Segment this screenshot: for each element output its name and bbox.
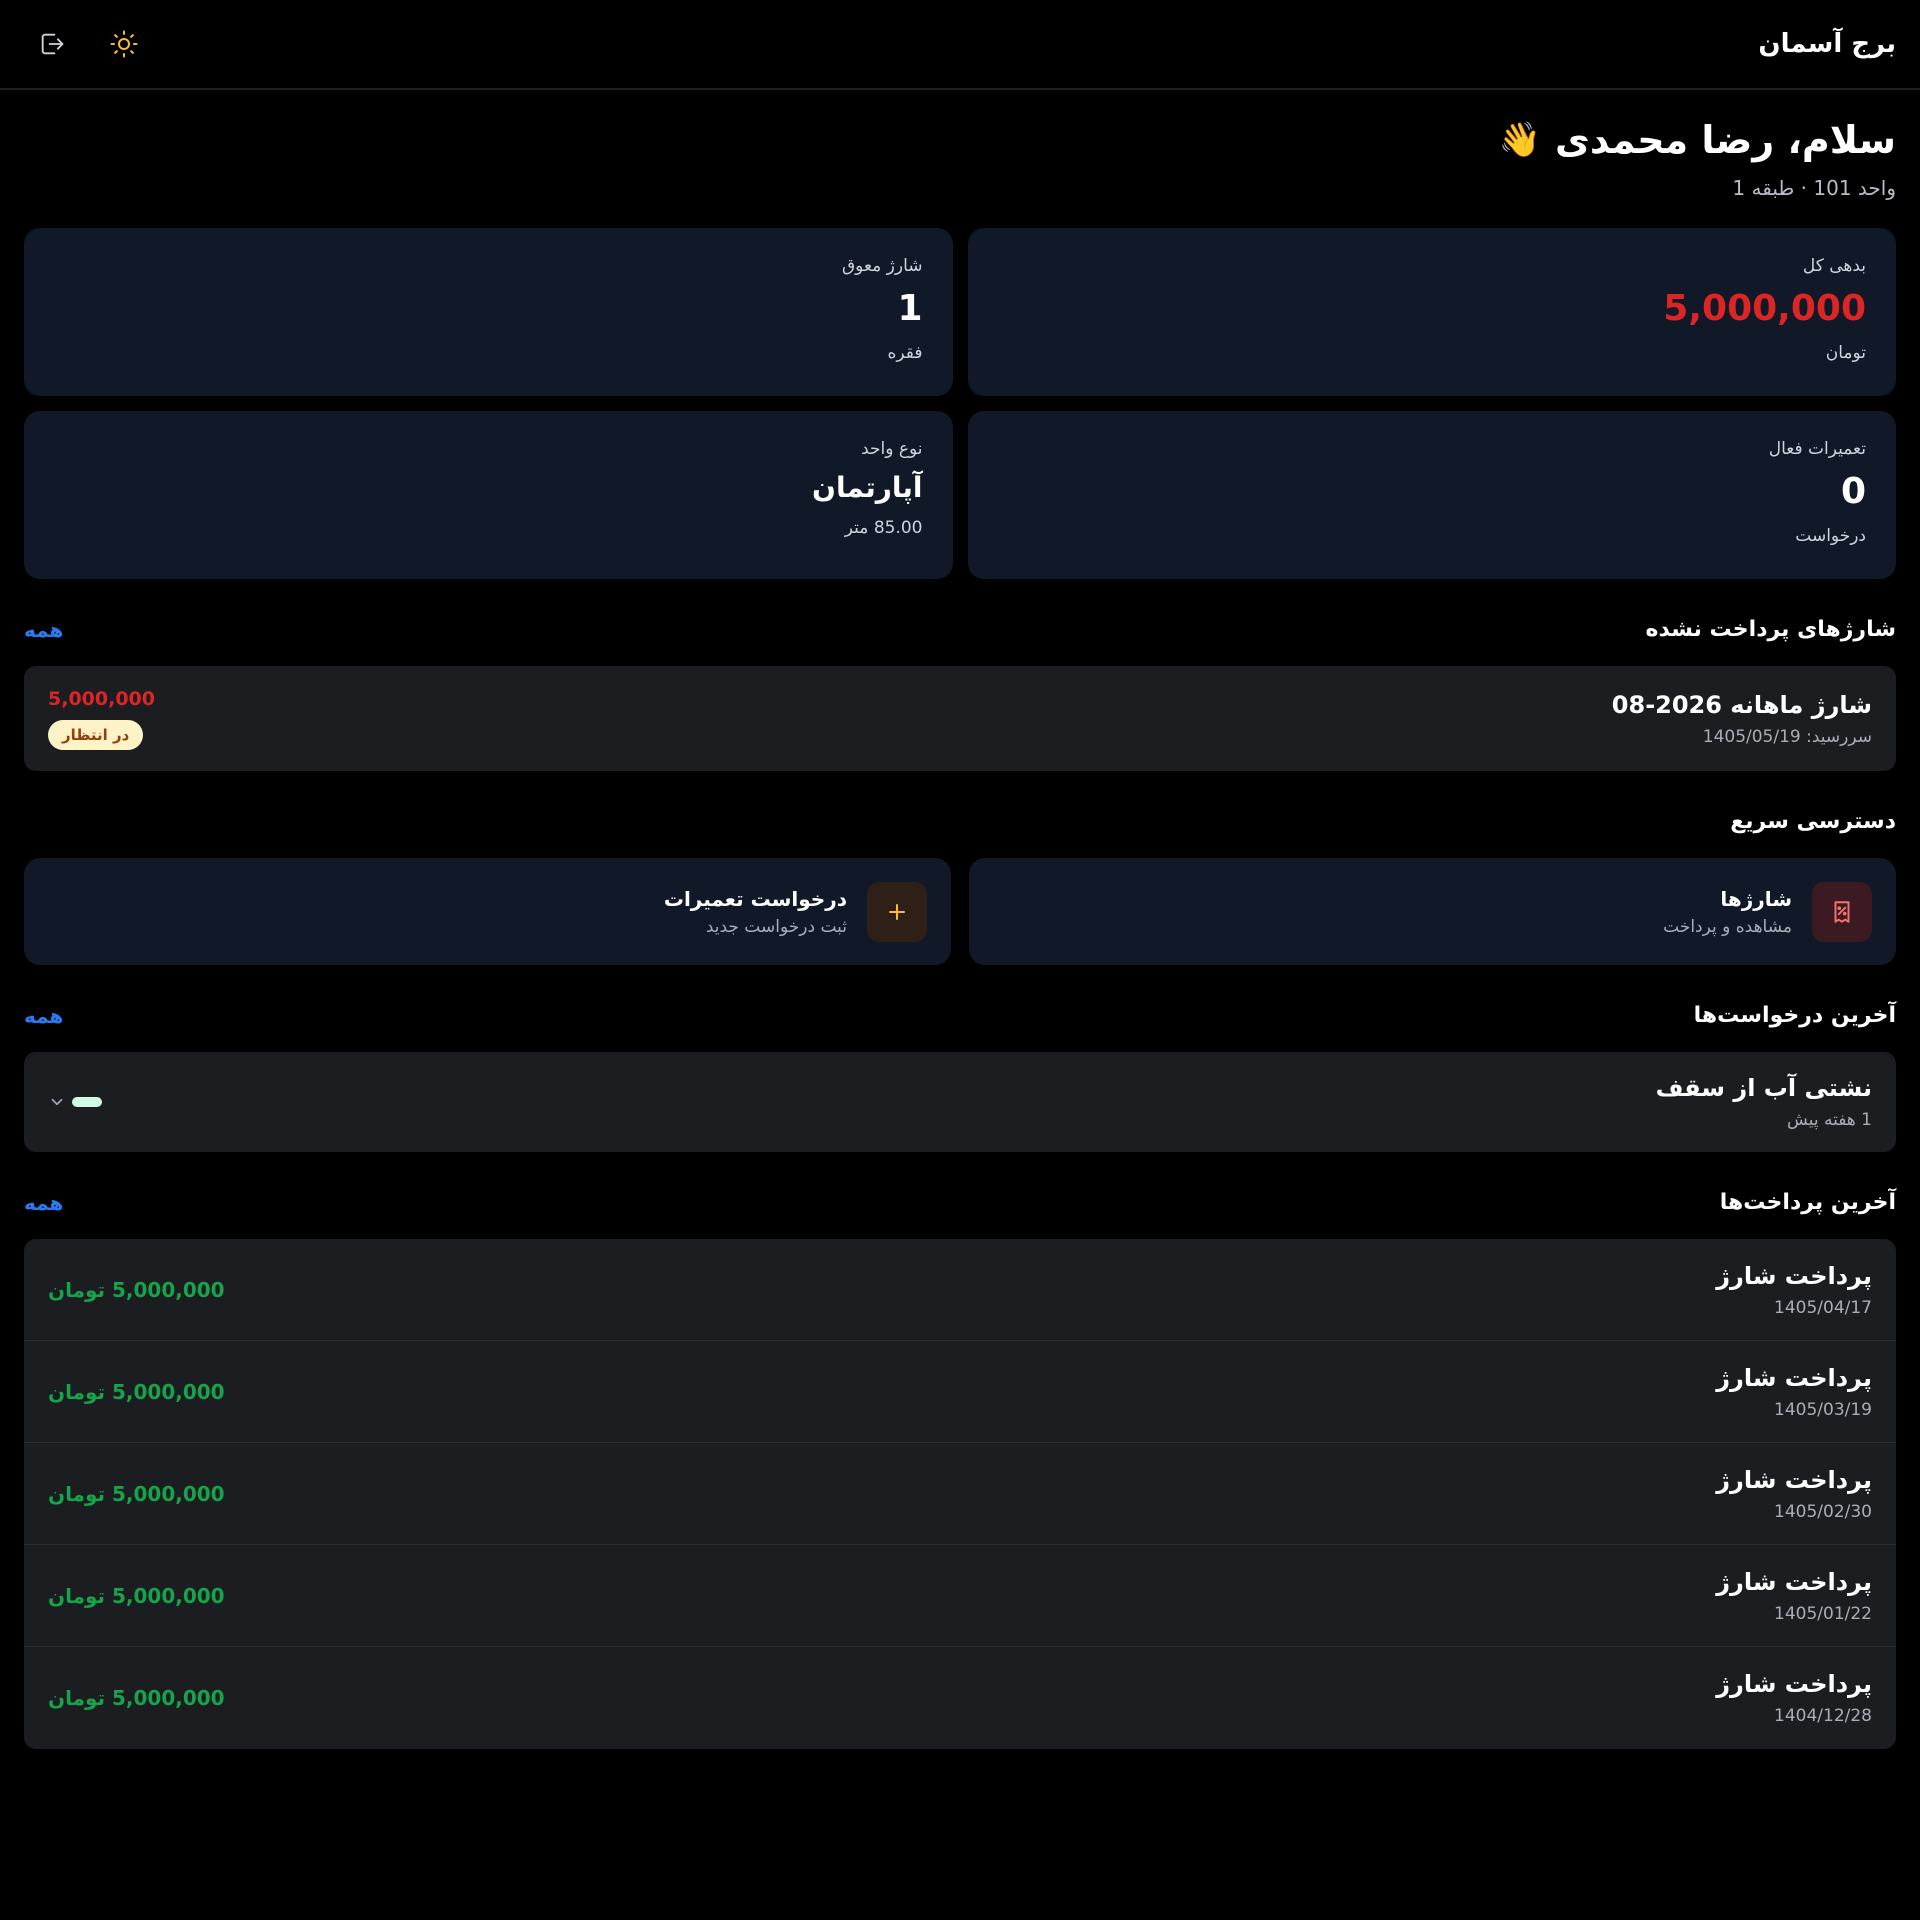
stat-overdue-charges: شارژ معوق 1 فقره	[24, 228, 953, 396]
payment-amount: 5,000,000 تومان	[48, 1686, 225, 1710]
plus-icon	[867, 881, 927, 942]
stat-label: نوع واحد	[861, 439, 923, 459]
payment-amount: 5,000,000 تومان	[48, 1379, 225, 1404]
section-title: آخرین درخواست‌ها	[1693, 1003, 1896, 1028]
unit-info: واحد 101 · طبقه 1	[1732, 176, 1896, 200]
quick-title: درخواست تعمیرات	[663, 886, 847, 911]
stat-unit-type: نوع واحد آپارتمان 85.00 متر	[24, 411, 953, 579]
wave-emoji: 👋	[1498, 120, 1541, 160]
payment-row[interactable]: پرداخت شارژ 1404/12/28 5,000,000 تومان	[24, 1647, 1896, 1749]
section-title: آخرین پرداخت‌ها	[1719, 1190, 1896, 1215]
logout-icon[interactable]	[34, 26, 70, 62]
payment-amount: 5,000,000 تومان	[48, 1481, 225, 1506]
quick-title: شارژها	[1720, 886, 1792, 911]
payment-date: 1405/04/17	[1774, 1297, 1872, 1318]
receipt-icon	[1812, 881, 1872, 942]
stats-grid: بدهی کل 5,000,000 تومان شارژ معوق 1 فقره…	[24, 228, 1896, 579]
request-status	[48, 1093, 102, 1111]
stat-unit: درخواست	[1795, 526, 1866, 546]
payment-date: 1404/12/28	[1774, 1706, 1872, 1726]
section-title: دسترسی سریع	[1730, 809, 1896, 834]
quick-subtitle: مشاهده و پرداخت	[1663, 916, 1792, 937]
greeting-text: سلام، رضا محمدی	[1555, 118, 1896, 162]
payment-date: 1405/03/19	[1774, 1399, 1872, 1420]
request-item[interactable]: نشتی آب از سقف 1 هفته پیش	[24, 1052, 1896, 1152]
stat-label: بدهی کل	[1802, 256, 1866, 276]
payments-list: پرداخت شارژ 1405/04/17 5,000,000 تومان پ…	[24, 1239, 1896, 1749]
unpaid-header: شارژهای پرداخت نشده همه	[24, 617, 1896, 642]
stat-label: شارژ معوق	[841, 256, 923, 276]
payment-amount: 5,000,000 تومان	[48, 1277, 225, 1302]
payment-date: 1405/02/30	[1774, 1501, 1872, 1522]
stat-value: آپارتمان	[812, 471, 923, 504]
stat-value: 1	[897, 288, 923, 329]
status-pill	[72, 1097, 102, 1107]
stat-label: تعمیرات فعال	[1768, 439, 1866, 459]
app-title: برج آسمان	[1758, 29, 1896, 59]
stat-total-debt: بدهی کل 5,000,000 تومان	[967, 228, 1896, 396]
quick-repair-request-card[interactable]: درخواست تعمیرات ثبت درخواست جدید	[24, 858, 951, 965]
payment-title: پرداخت شارژ	[1716, 1567, 1872, 1596]
payment-title: پرداخت شارژ	[1716, 1465, 1872, 1494]
stat-unit: تومان	[1825, 343, 1866, 363]
charge-amount: 5,000,000	[48, 687, 155, 710]
unpaid-charge-item[interactable]: شارژ ماهانه 2026-08 سررسید: 1405/05/19 5…	[24, 666, 1896, 771]
payment-row[interactable]: پرداخت شارژ 1405/02/30 5,000,000 تومان	[24, 1443, 1896, 1545]
payment-title: پرداخت شارژ	[1716, 1670, 1872, 1698]
stat-unit: فقره	[887, 343, 923, 363]
quick-access-grid: شارژها مشاهده و پرداخت درخواست تعمیرات ث…	[24, 858, 1896, 965]
quick-subtitle: ثبت درخواست جدید	[705, 916, 847, 937]
stat-unit: 85.00 متر	[844, 518, 923, 538]
request-title: نشتی آب از سقف	[1655, 1074, 1872, 1102]
header-actions	[24, 26, 142, 62]
chevron-down-icon[interactable]	[48, 1093, 66, 1111]
requests-header: آخرین درخواست‌ها همه	[24, 1003, 1896, 1028]
charge-title: شارژ ماهانه 2026-08	[1611, 690, 1872, 719]
payment-title: پرداخت شارژ	[1716, 1363, 1872, 1392]
see-all-payments-link[interactable]: همه	[24, 1191, 63, 1215]
greeting: سلام، رضا محمدی 👋	[24, 118, 1896, 162]
section-title: شارژهای پرداخت نشده	[1645, 617, 1897, 642]
payments-header: آخرین پرداخت‌ها همه	[24, 1190, 1896, 1215]
payment-amount: 5,000,000 تومان	[48, 1583, 225, 1608]
payment-date: 1405/01/22	[1774, 1603, 1872, 1624]
stat-value: 5,000,000	[1663, 288, 1866, 329]
payment-row[interactable]: پرداخت شارژ 1405/01/22 5,000,000 تومان	[24, 1545, 1896, 1647]
see-all-requests-link[interactable]: همه	[24, 1004, 63, 1028]
sun-icon[interactable]	[106, 26, 142, 62]
request-time: 1 هفته پیش	[1787, 1110, 1872, 1130]
status-badge: در انتظار	[48, 719, 144, 750]
stat-value: 0	[1840, 471, 1866, 512]
payment-title: پرداخت شارژ	[1716, 1261, 1872, 1290]
top-bar: برج آسمان	[0, 0, 1920, 90]
quick-charges-card[interactable]: شارژها مشاهده و پرداخت	[969, 858, 1896, 965]
charge-due-date: سررسید: 1405/05/19	[1702, 726, 1872, 747]
see-all-unpaid-link[interactable]: همه	[24, 618, 63, 642]
stat-active-repairs: تعمیرات فعال 0 درخواست	[967, 411, 1896, 579]
dashboard: سلام، رضا محمدی 👋 واحد 101 · طبقه 1 بدهی…	[0, 90, 1920, 1749]
payment-row[interactable]: پرداخت شارژ 1405/03/19 5,000,000 تومان	[24, 1341, 1896, 1443]
payment-row[interactable]: پرداخت شارژ 1405/04/17 5,000,000 تومان	[24, 1239, 1896, 1341]
quick-access-header: دسترسی سریع	[24, 809, 1896, 834]
